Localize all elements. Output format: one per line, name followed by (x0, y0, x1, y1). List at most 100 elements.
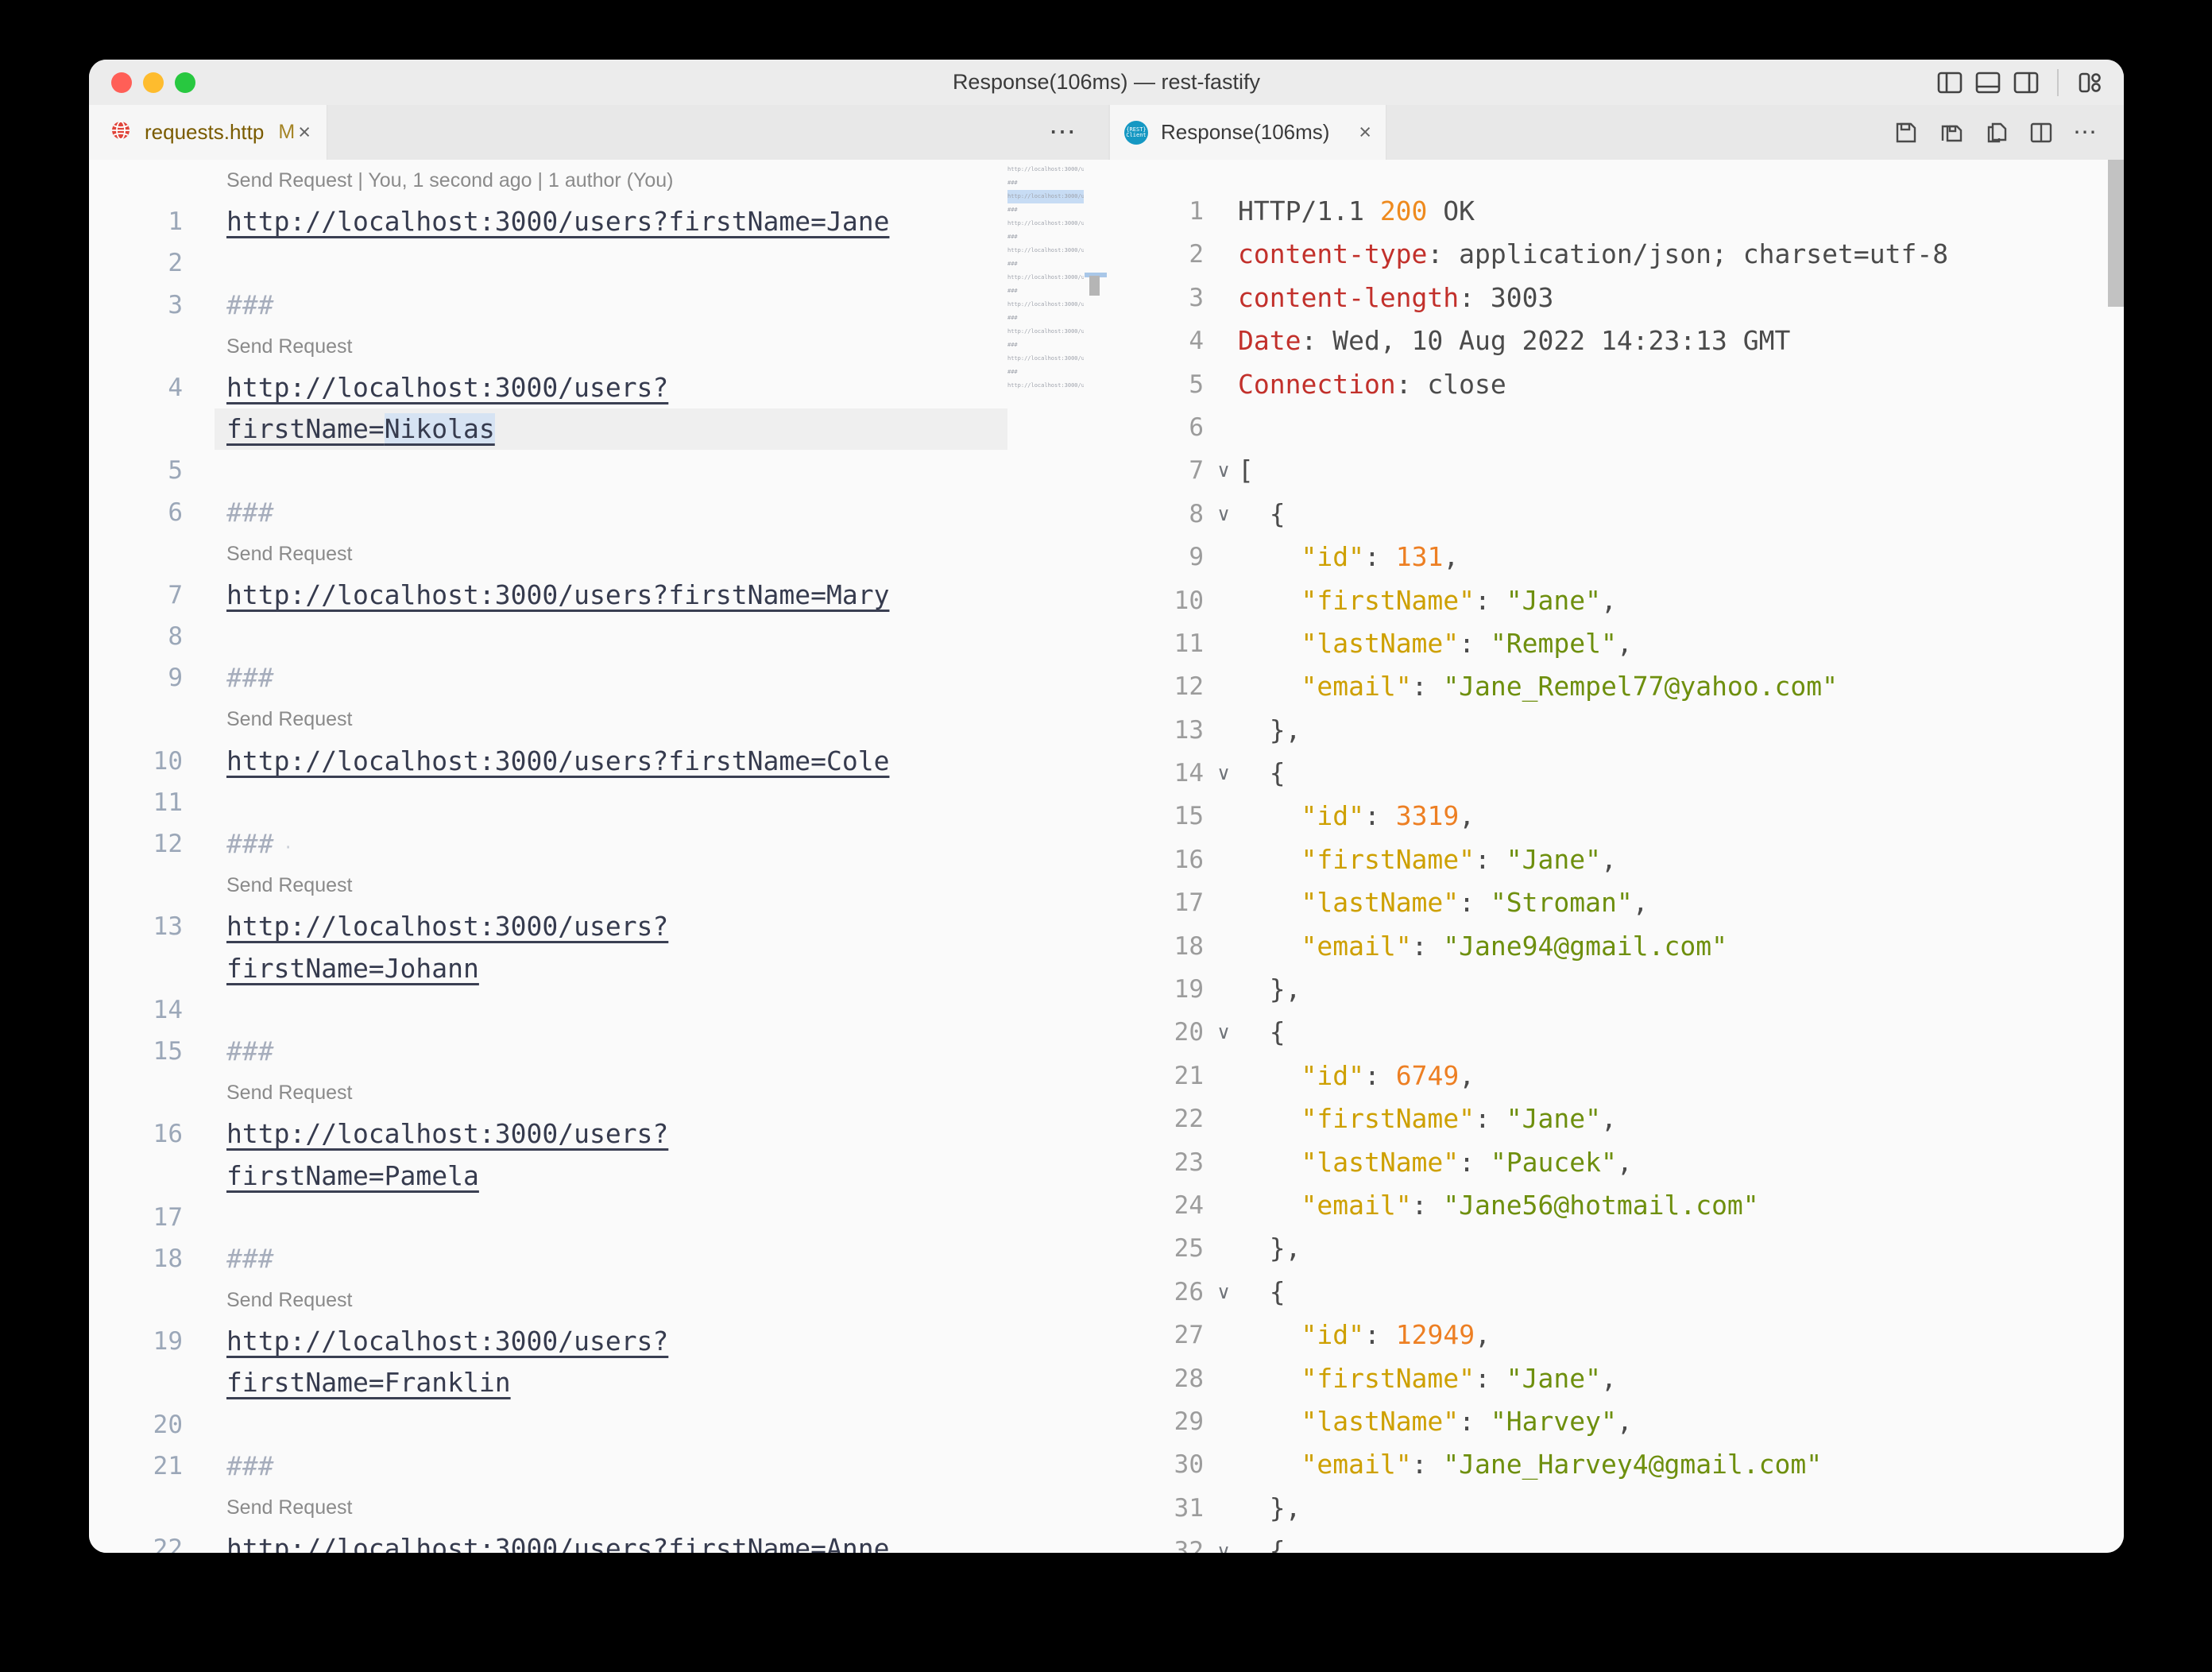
code-token: , (1616, 1146, 1633, 1178)
request-url-link[interactable]: http://localhost:3000/users?firstName=Co… (226, 745, 889, 776)
send-request-codelens[interactable]: Send Request (226, 533, 352, 575)
tabbar (89, 105, 2124, 160)
editor-row: Send Request (89, 865, 1108, 906)
request-url-link[interactable]: http://localhost:3000/users? (226, 1118, 668, 1149)
line-number: 29 (1174, 1407, 1204, 1436)
editor-row: 15 "id": 3319, (1110, 795, 2124, 838)
code-token: "lastName" (1301, 887, 1460, 919)
request-url-link[interactable]: http://localhost:3000/users?firstName=An… (226, 1533, 889, 1553)
code-token: "lastName" (1301, 1146, 1460, 1178)
more-actions-icon[interactable]: ⋯ (1049, 116, 1077, 148)
code-token: , (1616, 1405, 1633, 1437)
save-icon[interactable] (1893, 120, 1919, 145)
editor-row: 6 ### (89, 492, 1108, 533)
toggle-primary-sidebar-icon[interactable] (1936, 69, 1963, 96)
fold-chevron-icon[interactable]: ∨ (1208, 493, 1239, 536)
request-url-link[interactable]: http://localhost:3000/users? (226, 372, 668, 403)
code-token: : (1459, 627, 1491, 659)
code-token: { (1238, 1535, 1286, 1553)
save-copy-icon[interactable] (1938, 120, 1965, 145)
send-request-codelens[interactable]: Send Request (226, 699, 352, 740)
editor-response[interactable]: 1 HTTP/1.1 200 OK 2 content-type: applicati… (1110, 160, 2124, 1553)
code-token: "firstName" (1301, 1362, 1475, 1394)
code-token: : (1363, 800, 1396, 832)
customize-layout-icon[interactable] (2076, 69, 2103, 96)
toggle-panel-icon[interactable] (1974, 69, 2001, 96)
more-actions-icon[interactable]: ⋯ (2073, 118, 2098, 146)
line-number: 28 (1174, 1364, 1204, 1393)
editor-row: 7 http://localhost:3000/users?firstName=M… (89, 575, 1108, 616)
editor-row: 20 ∨ { (1110, 1011, 2124, 1054)
code-token: }, (1238, 714, 1301, 745)
titlebar: Response(106ms) — rest-fastify (89, 60, 2124, 106)
code-token: , (1459, 1059, 1475, 1091)
request-url-link[interactable]: firstName=Johann (226, 953, 479, 984)
editor-row: Send Request (89, 1487, 1108, 1528)
code-token: { (1238, 1016, 1286, 1048)
code-token: , (1616, 627, 1633, 659)
split-editor-icon[interactable] (2028, 120, 2054, 145)
code-token: [ (1238, 455, 1254, 486)
request-separator: ### (226, 662, 274, 694)
fold-chevron-icon[interactable]: ∨ (1208, 1011, 1239, 1054)
code-token: : (1411, 1449, 1444, 1480)
send-request-codelens[interactable]: Send Request (226, 1279, 352, 1321)
request-url-link[interactable]: http://localhost:3000/users? (226, 911, 668, 942)
copy-response-icon[interactable] (1984, 119, 2009, 146)
editor-requests-http[interactable]: Send Request | You, 1 second ago | 1 aut… (89, 160, 1108, 1553)
code-token: { (1238, 757, 1286, 789)
toggle-secondary-sidebar-icon[interactable] (2013, 69, 2040, 96)
send-request-codelens[interactable]: Send Request (226, 1072, 352, 1113)
line-number: 21 (153, 1451, 183, 1480)
request-url-link[interactable]: firstName=Franklin (226, 1367, 511, 1398)
request-url-link[interactable]: firstName=Pamela (226, 1160, 479, 1191)
code-token: : (1459, 1405, 1491, 1437)
line-number: 25 (1174, 1234, 1204, 1264)
send-request-codelens[interactable]: Send Request (226, 1487, 352, 1528)
editor-row: 27 "id": 12949, (1110, 1314, 2124, 1357)
fold-chevron-icon[interactable]: ∨ (1208, 449, 1239, 492)
fold-chevron-icon[interactable]: ∨ (1208, 752, 1239, 795)
send-request-codelens[interactable]: Send Request | You, 1 second ago | 1 aut… (226, 160, 674, 201)
line-number: 16 (153, 1120, 183, 1149)
tab-requests-http[interactable]: requests.http M × (89, 105, 327, 160)
left-scrollbar-thumb[interactable] (1089, 276, 1100, 296)
line-number: 16 (1174, 845, 1204, 874)
code-token: "firstName" (1301, 584, 1475, 616)
code-token: "Paucek" (1490, 1146, 1617, 1178)
tab-response[interactable]: {REST} Client Response(106ms) × (1110, 105, 1386, 160)
code-token: : (1475, 1103, 1506, 1135)
request-url-link[interactable]: http://localhost:3000/users?firstName=Ja… (226, 206, 889, 237)
code-token: : (1363, 1319, 1396, 1351)
editor-row: 4 http://localhost:3000/users? (89, 367, 1108, 408)
fold-chevron-icon[interactable]: ∨ (1208, 1271, 1239, 1314)
request-separator: ### (226, 1449, 274, 1481)
request-url-link[interactable]: firstName=Nikolas (226, 413, 495, 445)
editor-row: firstName=Johann (89, 948, 1108, 989)
code-token: "Jane94@gmail.com" (1443, 930, 1727, 962)
request-url-link[interactable]: http://localhost:3000/users?firstName=Ma… (226, 579, 889, 610)
editor-row: 10 http://localhost:3000/users?firstName=… (89, 741, 1108, 782)
code-token: 131 (1395, 541, 1444, 573)
editor-row: 14 (89, 989, 1108, 1031)
line-number: 2 (1189, 240, 1204, 269)
code-token: 200 (1379, 195, 1428, 226)
request-url-link[interactable]: http://localhost:3000/users? (226, 1326, 668, 1357)
minimap-line: http://localhost:3000/users?firstName=Co… (1007, 247, 1084, 254)
close-tab-icon[interactable]: × (298, 122, 311, 143)
send-request-codelens[interactable]: Send Request (226, 326, 352, 367)
editor-row: 6 (1110, 406, 2124, 449)
code-token: content-length (1238, 281, 1460, 313)
code-token: Connection (1238, 368, 1396, 400)
close-tab-icon[interactable]: × (1359, 122, 1371, 143)
editor-row: Send Request (89, 326, 1108, 367)
editor-row: 3 content-length: 3003 (1110, 277, 2124, 319)
send-request-codelens[interactable]: Send Request (226, 865, 352, 906)
minimap[interactable]: http://localhost:3000/users?firstName=Ja… (1007, 163, 1084, 1553)
fold-chevron-icon[interactable]: ∨ (1208, 1530, 1239, 1553)
line-number: 14 (153, 995, 183, 1024)
editor-row: 18 ### (89, 1238, 1108, 1279)
right-scrollbar-thumb[interactable] (2108, 160, 2124, 307)
